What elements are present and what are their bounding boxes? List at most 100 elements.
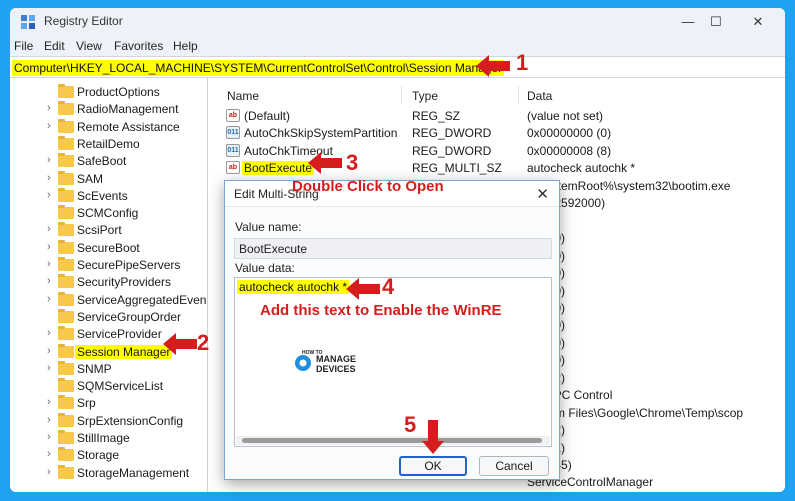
value-row[interactable]: 011 AutoChkTimeout REG_DWORD 0x00000008 (8) xyxy=(215,142,785,160)
chevron-right-icon[interactable]: › xyxy=(47,258,51,270)
tree-item[interactable]: › ScEvents xyxy=(10,187,207,205)
tree-item-label[interactable]: SNMP xyxy=(77,362,112,376)
value-data-label: Value data: xyxy=(235,261,295,275)
value-name[interactable]: (Default) xyxy=(244,109,290,123)
value-data-text[interactable]: autocheck autochk * xyxy=(237,280,350,294)
tree-item-label[interactable]: StorageManagement xyxy=(77,466,189,480)
chevron-right-icon[interactable]: › xyxy=(47,414,51,426)
tree-item[interactable]: › Storage xyxy=(10,447,207,464)
scrollbar-thumb[interactable] xyxy=(242,438,542,443)
tree-item-label[interactable]: SecureBoot xyxy=(77,241,140,255)
tree-item[interactable]: › StorageManagement xyxy=(10,464,207,482)
column-header-type[interactable]: Type xyxy=(412,89,438,103)
column-header-name[interactable]: Name xyxy=(227,89,259,103)
chevron-right-icon[interactable]: › xyxy=(47,431,51,443)
tree-item-label[interactable]: ServiceAggregatedEven xyxy=(77,293,206,307)
dialog-close-icon[interactable]: ✕ xyxy=(536,185,549,203)
tree-item-label[interactable]: RadioManagement xyxy=(77,102,178,116)
chevron-right-icon[interactable]: › xyxy=(47,362,51,374)
tree-item-label[interactable]: SecurityProviders xyxy=(77,275,171,289)
how-to-manage-devices-logo: HOW TO MANAGE DEVICES xyxy=(294,350,358,378)
tree-item[interactable]: › SecurePipeServers xyxy=(10,257,207,274)
chevron-right-icon[interactable]: › xyxy=(47,327,51,339)
tree-item[interactable]: › SecurityProviders xyxy=(10,274,207,291)
chevron-right-icon[interactable]: › xyxy=(47,396,51,408)
tree-item[interactable]: › StillImage xyxy=(10,430,207,447)
tree-item-label[interactable]: SafeBoot xyxy=(77,154,126,168)
tree-item[interactable]: › RadioManagement xyxy=(10,101,207,118)
chevron-right-icon[interactable]: › xyxy=(47,154,51,166)
chevron-right-icon[interactable]: › xyxy=(47,466,51,478)
address-path[interactable]: Computer\HKEY_LOCAL_MACHINE\SYSTEM\Curre… xyxy=(12,60,505,76)
folder-icon xyxy=(58,118,74,133)
folder-icon xyxy=(58,274,74,289)
tree-item-label[interactable]: SAM xyxy=(77,172,103,186)
ok-button[interactable]: OK xyxy=(399,456,467,476)
tree-item[interactable]: › SecureBoot xyxy=(10,239,207,257)
menu-view[interactable]: View xyxy=(76,39,102,53)
tree-item[interactable]: › ScsiPort xyxy=(10,222,207,239)
column-separator[interactable] xyxy=(401,86,402,104)
column-header-data[interactable]: Data xyxy=(527,89,552,103)
tree-item[interactable]: › ServiceAggregatedEven xyxy=(10,291,207,309)
minimize-button[interactable]: — xyxy=(678,12,698,32)
chevron-right-icon[interactable]: › xyxy=(47,172,51,184)
tree-item-label[interactable]: Storage xyxy=(77,448,119,462)
column-separator[interactable] xyxy=(518,86,519,104)
value-name[interactable]: AutoChkSkipSystemPartition xyxy=(244,126,397,140)
value-data: 0x00000000 (0) xyxy=(527,126,612,141)
tree-item[interactable]: › SrpExtensionConfig xyxy=(10,412,207,430)
tree-item-label[interactable]: ServiceGroupOrder xyxy=(77,310,181,324)
horizontal-scrollbar[interactable] xyxy=(236,436,550,445)
value-row[interactable]: ab BootExecute REG_MULTI_SZ autocheck autoc… xyxy=(215,159,785,177)
chevron-right-icon[interactable]: › xyxy=(47,275,51,287)
chevron-right-icon[interactable]: › xyxy=(47,448,51,460)
tree-item-label[interactable]: SrpExtensionConfig xyxy=(77,414,183,428)
tree-item-label[interactable]: RetailDemo xyxy=(77,137,140,151)
value-name[interactable]: BootExecute xyxy=(242,161,315,176)
folder-icon xyxy=(58,360,74,375)
tree-item[interactable]: › SafeBoot xyxy=(10,153,207,170)
folder-icon xyxy=(58,291,74,306)
tree-item-label[interactable]: ScsiPort xyxy=(77,223,122,237)
chevron-right-icon[interactable]: › xyxy=(47,223,51,235)
address-bar[interactable]: Computer\HKEY_LOCAL_MACHINE\SYSTEM\Curre… xyxy=(10,56,785,78)
tree-item-label[interactable]: ScEvents xyxy=(77,189,128,203)
tree-item-label[interactable]: ProductOptions xyxy=(77,85,160,99)
folder-icon xyxy=(58,239,74,254)
cancel-button[interactable]: Cancel xyxy=(479,456,549,476)
key-tree-pane[interactable]: ProductOptions › RadioManagement › Remote As… xyxy=(10,78,208,492)
menu-file[interactable]: File xyxy=(14,39,33,53)
value-row[interactable]: ab (Default) REG_SZ (value not set) xyxy=(215,107,785,125)
chevron-right-icon[interactable]: › xyxy=(47,241,51,253)
tree-item-label[interactable]: SecurePipeServers xyxy=(77,258,180,272)
chevron-right-icon[interactable]: › xyxy=(47,189,51,201)
chevron-right-icon[interactable]: › xyxy=(47,345,51,357)
tree-item[interactable]: SQMServiceList xyxy=(10,378,207,395)
tree-item[interactable]: ServiceGroupOrder xyxy=(10,308,207,326)
menu-edit[interactable]: Edit xyxy=(44,39,65,53)
tree-item-label[interactable]: Remote Assistance xyxy=(77,120,180,134)
tree-item-label[interactable]: Srp xyxy=(77,396,96,410)
tree-item[interactable]: RetailDemo xyxy=(10,135,207,153)
tree-item-label[interactable]: StillImage xyxy=(77,431,130,445)
tree-item-label[interactable]: ServiceProvider xyxy=(77,327,162,341)
tree-item[interactable]: › Srp xyxy=(10,395,207,412)
tree-item[interactable]: › Remote Assistance xyxy=(10,118,207,136)
menu-help[interactable]: Help xyxy=(173,39,198,53)
tree-item[interactable]: SCMConfig xyxy=(10,205,207,222)
close-window-button[interactable]: ✕ xyxy=(748,12,768,32)
chevron-right-icon[interactable]: › xyxy=(47,120,51,132)
menu-favorites[interactable]: Favorites xyxy=(114,39,163,53)
chevron-right-icon[interactable]: › xyxy=(47,293,51,305)
tree-item[interactable]: › SAM xyxy=(10,170,207,188)
maximize-button[interactable]: ☐ xyxy=(706,12,726,32)
tree-item-label[interactable]: SQMServiceList xyxy=(77,379,163,393)
value-type: REG_MULTI_SZ xyxy=(412,161,502,176)
chevron-right-icon[interactable]: › xyxy=(47,102,51,114)
tree-item[interactable]: › SNMP xyxy=(10,360,207,378)
tree-item-label[interactable]: Session Manager xyxy=(75,344,173,359)
value-row[interactable]: 011 AutoChkSkipSystemPartition REG_DWORD 0x… xyxy=(215,124,785,142)
tree-item-label[interactable]: SCMConfig xyxy=(77,206,138,220)
tree-item[interactable]: ProductOptions xyxy=(10,84,207,101)
